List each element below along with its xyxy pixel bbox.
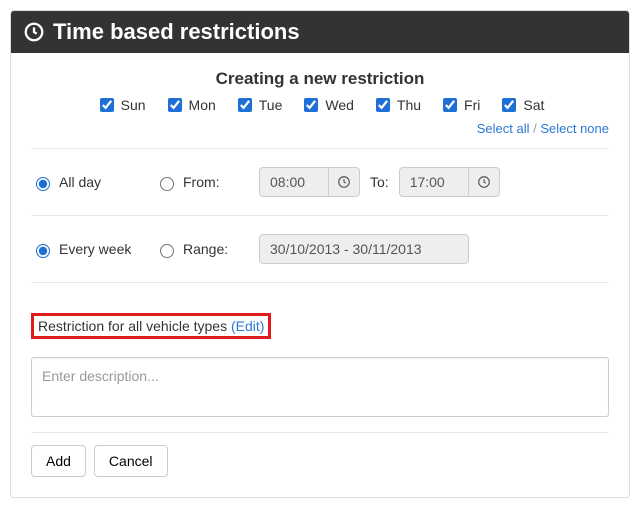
panel-header: Time based restrictions (11, 11, 629, 53)
separator (31, 215, 609, 216)
separator (31, 148, 609, 149)
description-textarea[interactable] (31, 357, 609, 417)
restrictions-panel: Time based restrictions Creating a new r… (10, 10, 630, 498)
select-none-link[interactable]: Select none (540, 121, 609, 136)
day-tue[interactable]: Tue (234, 95, 283, 115)
day-thu-checkbox[interactable] (376, 98, 390, 112)
edit-vehicle-types-link[interactable]: (Edit) (231, 318, 264, 334)
select-links: Select all / Select none (31, 121, 609, 136)
day-sat[interactable]: Sat (498, 95, 544, 115)
day-wed-checkbox[interactable] (304, 98, 318, 112)
separator (31, 432, 609, 433)
day-tue-checkbox[interactable] (238, 98, 252, 112)
button-row: Add Cancel (31, 445, 609, 477)
day-wed[interactable]: Wed (300, 95, 354, 115)
vehicle-types-text: Restriction for all vehicle types (38, 318, 231, 334)
all-day-option[interactable]: All day (31, 174, 141, 191)
time-inputs: To: (259, 167, 500, 197)
select-all-link[interactable]: Select all (477, 121, 530, 136)
every-week-radio[interactable] (36, 244, 50, 258)
to-time-input[interactable] (399, 167, 469, 197)
add-button[interactable]: Add (31, 445, 86, 477)
range-input[interactable] (259, 234, 469, 264)
from-time-group (259, 167, 360, 197)
separator (31, 282, 609, 283)
range-radio[interactable] (160, 244, 174, 258)
from-option[interactable]: From: (155, 174, 245, 191)
day-sun[interactable]: Sun (96, 95, 146, 115)
recur-row: Every week Range: (31, 234, 609, 264)
panel-body: Creating a new restriction Sun Mon Tue W… (11, 53, 629, 497)
day-sun-checkbox[interactable] (100, 98, 114, 112)
panel-title: Time based restrictions (53, 19, 300, 45)
to-time-group (399, 167, 500, 197)
from-time-input[interactable] (259, 167, 329, 197)
time-row: All day From: To: (31, 167, 609, 197)
range-option[interactable]: Range: (155, 241, 245, 258)
vehicle-types-highlight: Restriction for all vehicle types (Edit) (31, 313, 271, 339)
clock-icon (23, 21, 45, 43)
cancel-button[interactable]: Cancel (94, 445, 168, 477)
day-mon[interactable]: Mon (164, 95, 216, 115)
to-clock-icon[interactable] (469, 167, 500, 197)
from-radio[interactable] (160, 177, 174, 191)
to-label: To: (370, 174, 389, 190)
day-mon-checkbox[interactable] (168, 98, 182, 112)
from-clock-icon[interactable] (329, 167, 360, 197)
day-fri[interactable]: Fri (439, 95, 480, 115)
day-thu[interactable]: Thu (372, 95, 421, 115)
every-week-option[interactable]: Every week (31, 241, 141, 258)
days-row: Sun Mon Tue Wed Thu Fri Sat (31, 95, 609, 115)
day-sat-checkbox[interactable] (502, 98, 516, 112)
subtitle: Creating a new restriction (31, 69, 609, 89)
day-fri-checkbox[interactable] (443, 98, 457, 112)
all-day-radio[interactable] (36, 177, 50, 191)
